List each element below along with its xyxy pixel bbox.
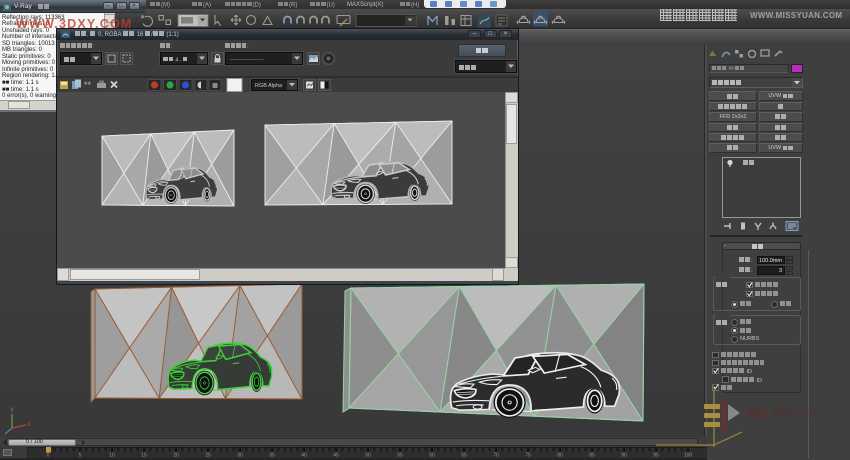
svg-text:**: ** xyxy=(84,80,92,90)
svg-text:X: X xyxy=(27,422,31,428)
svg-text:Y: Y xyxy=(10,408,14,414)
